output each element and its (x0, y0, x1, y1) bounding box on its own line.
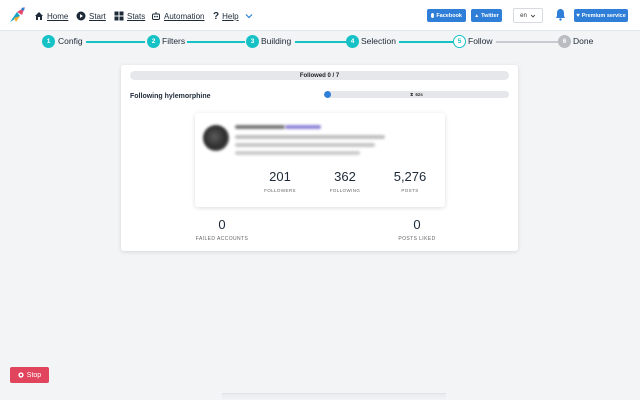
language-select[interactable]: en (513, 8, 543, 23)
timer-value: 62s (415, 92, 423, 97)
question-icon: ? (213, 10, 220, 22)
app-logo[interactable] (8, 6, 28, 24)
nav-start-label: Start (89, 11, 106, 21)
followers-label: FOLLOWERS (264, 188, 296, 193)
heart-icon: ♥ (576, 12, 580, 19)
premium-label: Premium service (581, 12, 626, 19)
step-3-label: Building (261, 36, 292, 46)
stop-circle-icon (18, 372, 24, 378)
language-value: en (520, 12, 527, 19)
top-navbar: Home Start Stats Automation ? Help Faceb… (0, 0, 640, 31)
twitter-icon: ▲ (474, 12, 480, 19)
play-circle-icon (76, 11, 86, 21)
following-stat: 362 FOLLOWING (315, 169, 375, 193)
chevron-down-icon (530, 14, 535, 17)
posts-label: POSTS (401, 188, 419, 193)
posts-liked-value: 0 (413, 217, 421, 232)
twitter-label: Twitter (481, 12, 499, 19)
facebook-icon (431, 13, 435, 18)
step-4-label: Selection (361, 36, 396, 46)
step-5-label: Follow (468, 36, 493, 46)
following-value: 362 (334, 169, 356, 184)
partially-visible-panel (222, 393, 446, 400)
nav-stats-label: Stats (127, 11, 146, 21)
step-6-circle: 6 (558, 35, 571, 48)
failed-accounts-label: FAILED ACCOUNTS (195, 236, 249, 242)
stop-label: Stop (26, 371, 42, 379)
bell-icon[interactable] (555, 8, 566, 21)
followed-progress-bar: Followed 0 / 7 (130, 71, 509, 80)
nav-start[interactable]: Start (76, 10, 106, 22)
facebook-label: Facebook (436, 12, 462, 19)
posts-value: 5,276 (393, 169, 427, 184)
step-3-circle: 3 (246, 35, 259, 48)
grid-icon (114, 11, 124, 21)
hourglass-icon: ⧗ (410, 92, 414, 97)
timer-progress-bar: ⧗ 62s (324, 91, 509, 98)
step-1-label: Config (58, 36, 83, 46)
step-connector (295, 41, 346, 43)
posts-liked-label: POSTS LIKED (398, 236, 436, 242)
step-connector (86, 41, 145, 43)
following-status-text: Following hylemorphine (130, 93, 211, 100)
blurred-username (235, 125, 285, 129)
follow-progress-card: Followed 0 / 7 Following hylemorphine ⧗ … (121, 65, 518, 251)
following-label: FOLLOWING (329, 188, 361, 193)
followers-value: 201 (269, 169, 291, 184)
nav-automation-label: Automation (164, 11, 205, 21)
posts-stat: 5,276 POSTS (380, 169, 440, 193)
failed-accounts-value: 0 (218, 217, 226, 232)
blurred-link (285, 125, 321, 129)
blurred-bio-line (235, 151, 360, 155)
robot-icon (152, 12, 160, 20)
premium-service-button[interactable]: ♥ Premium service (574, 9, 628, 22)
step-6-label: Done (573, 36, 594, 46)
step-2-label: Filters (162, 36, 186, 46)
twitter-button[interactable]: ▲ Twitter (471, 9, 502, 22)
followers-stat: 201 FOLLOWERS (250, 169, 310, 193)
facebook-button[interactable]: Facebook (427, 9, 466, 22)
stop-button[interactable]: Stop (10, 367, 49, 383)
nav-help-label: Help (222, 11, 239, 21)
step-4-circle: 4 (346, 35, 359, 48)
nav-automation[interactable]: Automation (151, 10, 204, 22)
step-connector (187, 41, 245, 43)
wizard-stepper: 1 Config 2 Filters 3 Building 4 Selectio… (0, 31, 640, 53)
timer-label: ⧗ 62s (324, 91, 509, 98)
step-connector (496, 41, 558, 43)
blurred-bio-line (235, 143, 375, 147)
blurred-bio-line (235, 135, 385, 139)
step-5-circle: 5 (453, 35, 466, 48)
step-1-circle: 1 (42, 35, 55, 48)
nav-help[interactable]: ? Help (213, 10, 254, 22)
failed-accounts-stat: 0 FAILED ACCOUNTS (172, 217, 272, 242)
nav-home-label: Home (47, 11, 69, 21)
posts-liked-stat: 0 POSTS LIKED (367, 217, 467, 242)
followed-count-text: Followed 0 / 7 (299, 72, 340, 79)
nav-stats[interactable]: Stats (114, 10, 145, 22)
nav-home[interactable]: Home (34, 10, 68, 22)
step-connector (399, 41, 453, 43)
profile-card: 201 FOLLOWERS 362 FOLLOWING 5,276 POSTS (195, 113, 445, 207)
chevron-down-icon[interactable] (244, 11, 254, 21)
avatar (203, 125, 229, 151)
home-icon (35, 12, 43, 20)
step-2-circle: 2 (147, 35, 160, 48)
